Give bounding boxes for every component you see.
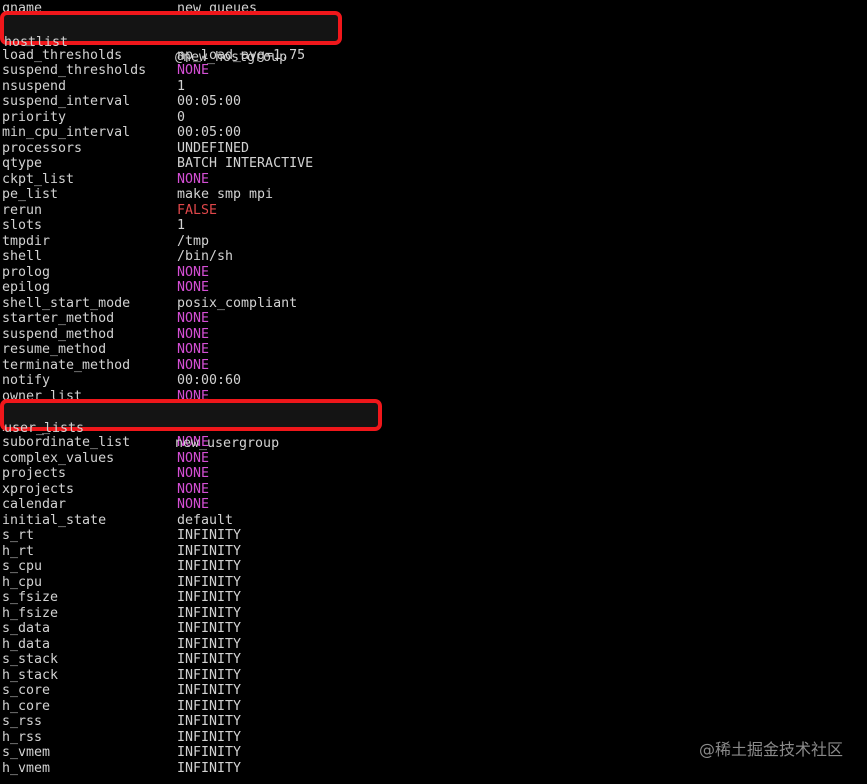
highlight-box-hostlist: hostlist @new_hostgroup bbox=[0, 11, 342, 65]
config-key: suspend_interval bbox=[2, 94, 131, 109]
config-key: priority bbox=[2, 109, 67, 125]
config-key: h_cpu bbox=[2, 574, 43, 590]
config-key: prolog bbox=[2, 264, 51, 280]
config-value: NONE bbox=[177, 311, 210, 326]
config-value: 0 bbox=[177, 109, 186, 125]
config-key: suspend_method bbox=[2, 326, 115, 342]
config-value: INFINITY bbox=[177, 590, 242, 605]
config-value: NONE bbox=[177, 450, 210, 466]
config-key: h_core bbox=[2, 698, 51, 714]
config-key: projects bbox=[2, 466, 67, 481]
config-value: NONE bbox=[177, 342, 210, 357]
config-key: xprojects bbox=[2, 481, 75, 497]
config-value: UNDEFINED bbox=[177, 140, 250, 156]
config-key: h_stack bbox=[2, 667, 59, 683]
config-value: NONE bbox=[177, 481, 210, 497]
config-value: INFINITY bbox=[177, 714, 242, 729]
config-value: posix_compliant bbox=[177, 295, 298, 311]
config-value: INFINITY bbox=[177, 667, 242, 683]
config-key: resume_method bbox=[2, 342, 107, 357]
config-value: NONE bbox=[177, 171, 210, 187]
config-value: INFINITY bbox=[177, 652, 242, 667]
config-key: initial_state bbox=[2, 512, 107, 528]
config-key: hostlist bbox=[4, 34, 69, 50]
config-key: processors bbox=[2, 140, 83, 156]
watermark: @稀土掘金技术社区 bbox=[698, 740, 843, 759]
config-key: complex_values bbox=[2, 450, 115, 466]
config-value: 00:05:00 bbox=[177, 125, 242, 140]
config-key: pe_list bbox=[2, 187, 59, 202]
config-value: INFINITY bbox=[177, 621, 242, 636]
config-value: BATCH INTERACTIVE bbox=[177, 156, 314, 171]
config-key: h_fsize bbox=[2, 605, 59, 621]
config-key: s_vmem bbox=[2, 745, 51, 760]
config-key: s_cpu bbox=[2, 559, 43, 574]
config-value: 1 bbox=[177, 218, 186, 233]
config-key: h_data bbox=[2, 636, 51, 652]
config-key: h_rt bbox=[2, 543, 35, 559]
config-value: INFINITY bbox=[177, 698, 242, 714]
highlight-box-user-lists: user_lists new_usergroup bbox=[0, 399, 382, 451]
config-value: FALSE bbox=[177, 202, 218, 218]
config-key: user_lists bbox=[4, 420, 85, 436]
config-value: NONE bbox=[177, 497, 210, 512]
config-key: s_data bbox=[2, 621, 51, 636]
config-key: shell_start_mode bbox=[2, 295, 131, 311]
config-value: 00:05:00 bbox=[177, 94, 242, 109]
config-key: shell bbox=[2, 249, 43, 264]
config-value: NONE bbox=[177, 466, 210, 481]
config-value: INFINITY bbox=[177, 559, 242, 574]
config-value: NONE bbox=[177, 264, 210, 280]
config-value: INFINITY bbox=[177, 605, 242, 621]
config-value: INFINITY bbox=[177, 729, 242, 745]
config-key: s_rt bbox=[2, 528, 35, 543]
config-key: slots bbox=[2, 218, 43, 233]
config-key: h_rss bbox=[2, 729, 43, 745]
config-key: tmpdir bbox=[2, 233, 51, 249]
config-key: ckpt_list bbox=[2, 171, 75, 187]
config-value: INFINITY bbox=[177, 574, 242, 590]
config-value: NONE bbox=[177, 357, 210, 373]
config-key: s_core bbox=[2, 683, 51, 698]
config-key: qtype bbox=[2, 156, 43, 171]
config-value: INFINITY bbox=[177, 760, 242, 776]
config-value: /tmp bbox=[177, 233, 210, 249]
config-value: 00:00:60 bbox=[177, 373, 242, 388]
config-value: @new_hostgroup bbox=[175, 50, 288, 65]
config-value: INFINITY bbox=[177, 683, 242, 698]
config-key: calendar bbox=[2, 497, 67, 512]
config-key: s_fsize bbox=[2, 590, 59, 605]
config-value: NONE bbox=[177, 280, 210, 295]
config-key: s_stack bbox=[2, 652, 59, 667]
config-value: new_usergroup bbox=[175, 436, 280, 451]
config-value: 1 bbox=[177, 78, 186, 94]
config-value: INFINITY bbox=[177, 636, 242, 652]
config-value: INFINITY bbox=[177, 543, 242, 559]
config-key: min_cpu_interval bbox=[2, 125, 131, 140]
config-key: rerun bbox=[2, 202, 43, 218]
config-key: s_rss bbox=[2, 714, 43, 729]
config-key: starter_method bbox=[2, 311, 115, 326]
config-value: /bin/sh bbox=[177, 249, 234, 264]
config-value: INFINITY bbox=[177, 745, 242, 760]
config-value: INFINITY bbox=[177, 528, 242, 543]
config-key: epilog bbox=[2, 280, 51, 295]
config-value: default bbox=[177, 512, 234, 528]
config-key: h_vmem bbox=[2, 760, 51, 776]
config-key: terminate_method bbox=[2, 357, 131, 373]
config-key: notify bbox=[2, 373, 51, 388]
config-value: NONE bbox=[177, 326, 210, 342]
config-value: make smp mpi bbox=[177, 187, 274, 202]
